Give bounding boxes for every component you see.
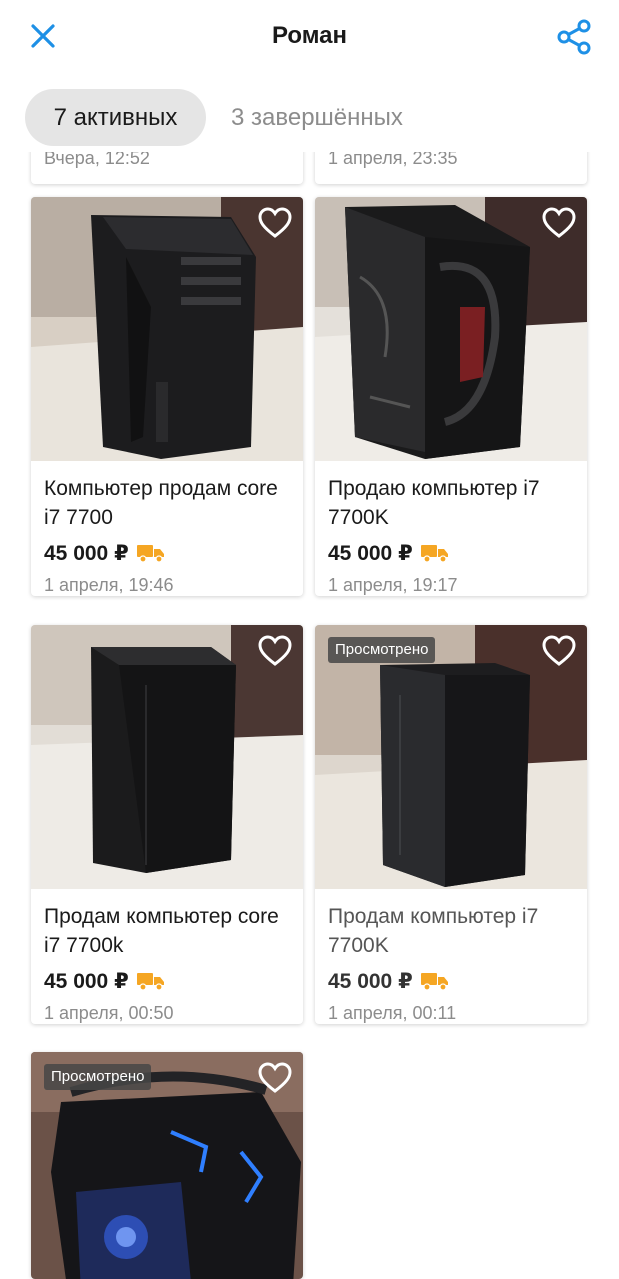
listing-card[interactable]: Просмотрено [31, 1052, 303, 1279]
truck-icon [420, 973, 448, 991]
listing-photo: Просмотрено [31, 1052, 303, 1279]
page-title: Роман [271, 22, 348, 49]
heart-outline-icon[interactable] [542, 207, 576, 239]
listing-photo [315, 197, 587, 461]
viewed-badge: Просмотрено [44, 1064, 152, 1090]
listing-card[interactable]: Продам компьютер core i7 7700k 45 000 ₽ … [31, 625, 303, 1024]
truck-icon [136, 973, 164, 991]
listing-date: 1 апреля, 19:17 [328, 575, 458, 595]
listing-card[interactable]: Продаю компьютер i7 7700K 45 000 ₽ 1 апр… [315, 197, 587, 596]
viewed-badge: Просмотрено [328, 637, 436, 663]
price-row: 45 000 ₽ [44, 539, 290, 567]
tab-completed-listings[interactable]: 3 завершённых [231, 89, 403, 146]
heart-outline-icon[interactable] [258, 635, 292, 667]
listing-photo: Просмотрено [315, 625, 587, 889]
tab-active-listings[interactable]: 7 активных [25, 89, 206, 146]
listing-info: Компьютер продам core i7 7700 45 000 ₽ 1… [31, 461, 303, 596]
listing-price: 45 000 ₽ [328, 541, 413, 565]
price-row: 45 000 ₽ [328, 539, 574, 567]
header: Роман [0, 0, 619, 76]
listing-info: Продам компьютер i7 7700K 45 000 ₽ 1 апр… [315, 889, 587, 1024]
price-row: 45 000 ₽ [44, 967, 290, 995]
listing-tabs: 7 активных 3 завершённых [0, 76, 619, 152]
listing-date: 1 апреля, 19:46 [44, 575, 174, 595]
listing-title: Продаю компьютер i7 7700K [328, 477, 540, 529]
truck-icon [420, 545, 448, 563]
listing-title: Продам компьютер i7 7700K [328, 905, 539, 957]
listing-title: Компьютер продам core i7 7700 [44, 477, 278, 529]
listing-photo [31, 197, 303, 461]
listing-info: Продаю компьютер i7 7700K 45 000 ₽ 1 апр… [315, 461, 587, 596]
listing-info: Продам компьютер core i7 7700k 45 000 ₽ … [31, 889, 303, 1024]
truck-icon [136, 545, 164, 563]
heart-outline-icon[interactable] [258, 1062, 292, 1094]
heart-outline-icon[interactable] [258, 207, 292, 239]
heart-outline-icon[interactable] [542, 635, 576, 667]
listing-title: Продам компьютер core i7 7700k [44, 905, 279, 957]
share-icon[interactable] [555, 18, 593, 56]
listing-price: 45 000 ₽ [328, 969, 413, 993]
seller-profile-page: Вчера, 12:52 1 апреля, 23:35 Роман 7 акт… [0, 0, 619, 1279]
listing-card[interactable]: Просмотрено Продам компьютер i7 7700K 45… [315, 625, 587, 1024]
price-row: 45 000 ₽ [328, 967, 574, 995]
listing-price: 45 000 ₽ [44, 541, 129, 565]
listing-price: 45 000 ₽ [44, 969, 129, 993]
listing-date: 1 апреля, 00:11 [328, 1003, 457, 1023]
listing-card[interactable]: Компьютер продам core i7 7700 45 000 ₽ 1… [31, 197, 303, 596]
listing-date: 1 апреля, 00:50 [44, 1003, 174, 1023]
listing-photo [31, 625, 303, 889]
